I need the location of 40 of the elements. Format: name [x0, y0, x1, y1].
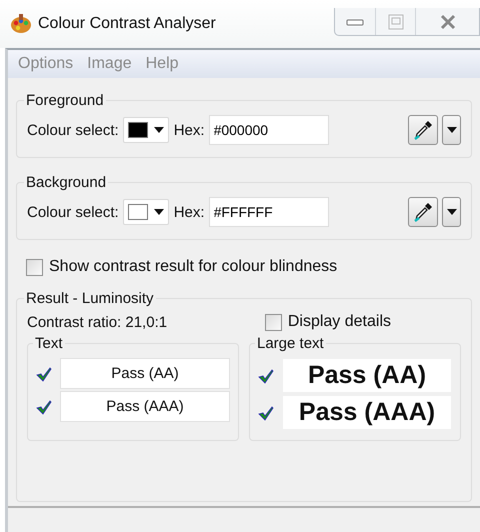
caret-icon — [154, 209, 164, 215]
group-title: Text — [34, 335, 64, 352]
colour-select-label: Colour select: — [27, 204, 119, 220]
result-field: Pass (AA) — [282, 358, 452, 393]
checkbox-label: Display details — [288, 313, 391, 331]
dropdown-button[interactable] — [442, 115, 461, 145]
dropdown-button[interactable] — [442, 197, 461, 227]
colour-dropdown[interactable] — [122, 117, 169, 143]
group-title: Foreground — [25, 92, 105, 109]
minimize-icon — [346, 18, 364, 26]
menu-item[interactable]: Image — [87, 53, 132, 75]
colour-select-label: Colour select: — [27, 122, 119, 138]
caret-icon — [446, 127, 456, 133]
hex-label: Hex: — [174, 204, 205, 220]
menu-item[interactable]: Help — [146, 53, 179, 75]
eyedropper-icon — [413, 202, 433, 222]
group-title: Result - Luminosity — [25, 290, 155, 307]
contrast-ratio: Contrast ratio: 21,0:1 — [27, 314, 168, 330]
eyedropper-button[interactable] — [408, 115, 438, 145]
palette-icon — [10, 13, 32, 35]
hex-field[interactable]: #000000 — [208, 115, 329, 145]
group-title: Background — [25, 174, 108, 191]
group-title: Large text — [256, 335, 325, 352]
window-title: Colour Contrast Analyser — [38, 15, 216, 33]
colour-dropdown[interactable] — [122, 199, 169, 225]
caret-icon — [446, 209, 456, 215]
checkbox[interactable] — [26, 258, 43, 276]
hex-field[interactable]: #FFFFFF — [208, 197, 329, 227]
checkbox[interactable] — [264, 314, 282, 330]
result-field: Pass (AAA) — [282, 395, 452, 430]
eyedropper-button[interactable] — [408, 197, 438, 227]
maximize-icon — [388, 14, 404, 30]
close-icon — [440, 14, 456, 30]
result-field: Pass (AA) — [60, 358, 230, 389]
eyedropper-icon — [413, 120, 433, 140]
menu-item[interactable]: Options — [18, 53, 74, 75]
checkbox-label: Show contrast result for colour blindness — [49, 258, 338, 276]
hex-label: Hex: — [174, 122, 205, 138]
result-field: Pass (AAA) — [60, 391, 230, 422]
caret-icon — [154, 127, 164, 133]
